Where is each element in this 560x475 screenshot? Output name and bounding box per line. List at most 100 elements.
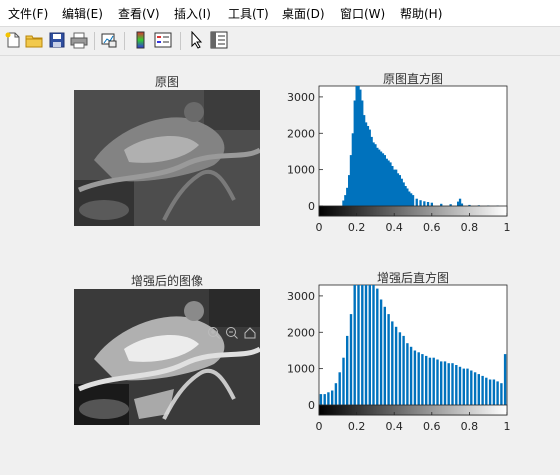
menu-insert[interactable]: 插入(I)	[174, 5, 211, 22]
toolbar-separator	[94, 32, 95, 50]
menu-edit[interactable]: 编辑(E)	[62, 5, 103, 22]
home-icon[interactable]	[243, 326, 257, 340]
hist2-xtick-label: 0.8	[461, 420, 479, 433]
hist1-bar	[411, 195, 415, 206]
hist2-bar	[466, 368, 469, 405]
menu-bar: 文件(F) 编辑(E) 查看(V) 插入(I) 工具(T) 桌面(D) 窗口(W…	[0, 0, 560, 26]
print-icon[interactable]	[70, 31, 88, 49]
hist1-ytick-label: 0	[308, 200, 315, 213]
hist2-bar	[376, 288, 379, 405]
hist2-bar	[485, 377, 488, 405]
hist2-bar	[455, 365, 458, 405]
hist2-bar	[470, 370, 473, 405]
hist2-ytick-label: 0	[308, 399, 315, 412]
hist1-bar	[419, 200, 422, 206]
hist2-bar	[342, 357, 345, 405]
insert-legend-icon[interactable]	[154, 31, 172, 49]
hist2-bar	[417, 352, 420, 405]
hist2-bar	[436, 359, 439, 405]
hist2-bar	[409, 346, 413, 405]
hist2-bar	[492, 379, 496, 405]
hist2-bar	[357, 285, 360, 405]
hist1-xtick-label: 0.8	[461, 221, 479, 234]
save-icon[interactable]	[48, 31, 66, 49]
figure-toolbar	[0, 26, 560, 56]
hist2-bar	[334, 383, 338, 405]
hist2-xtick-label: 0	[316, 420, 323, 433]
hist2-bar	[379, 299, 383, 405]
hist2-bar	[413, 350, 417, 405]
hist2-bar	[387, 314, 390, 405]
insert-colorbar-icon[interactable]	[132, 31, 150, 49]
hist2-bar	[372, 285, 375, 405]
hist1-grayscale-bar	[318, 205, 508, 217]
hist1-ytick-label: 3000	[287, 91, 315, 104]
hist2-bar	[477, 374, 480, 405]
hist2-bar	[394, 326, 398, 405]
hist2-bar	[481, 375, 484, 405]
link-plot-icon[interactable]	[100, 31, 118, 49]
menu-desktop[interactable]: 桌面(D)	[282, 5, 325, 22]
hist2-bar	[462, 368, 465, 405]
menu-tools[interactable]: 工具(T)	[228, 5, 269, 22]
hist1-bar	[423, 201, 426, 206]
hist2-bar	[391, 321, 394, 405]
menu-help[interactable]: 帮助(H)	[400, 5, 442, 22]
hist1-bar	[426, 202, 430, 206]
hist2-ytick-label: 3000	[287, 290, 315, 303]
hist1-xtick-label: 1	[504, 221, 511, 234]
hist2-bar	[368, 285, 371, 405]
hist2-bar	[440, 361, 443, 405]
hist2-bar	[447, 363, 450, 405]
hist2-bar	[428, 357, 432, 405]
original-image-title: 原图	[154, 75, 179, 89]
zoom-in-icon[interactable]	[207, 326, 221, 340]
hist2-bar	[364, 285, 368, 405]
hist2-bar	[346, 335, 349, 405]
hist2-xtick-label: 0.6	[423, 420, 441, 433]
menu-view[interactable]: 查看(V)	[118, 5, 160, 22]
hist2-bar	[361, 285, 364, 405]
menu-window[interactable]: 窗口(W)	[340, 5, 385, 22]
hist2-xtick-label: 0.4	[385, 420, 403, 433]
open-file-icon[interactable]	[25, 31, 43, 49]
hist2-bar	[451, 363, 454, 405]
hist1-ytick-label: 2000	[287, 127, 315, 140]
hist2-xtick-label: 0.2	[348, 420, 366, 433]
hist2-bar	[496, 381, 499, 405]
hist2-ytick-label: 2000	[287, 326, 315, 339]
hist2-grayscale-bar	[318, 404, 508, 416]
new-figure-icon[interactable]	[4, 31, 22, 49]
hist2-axes: 0 1000 2000 3000 0 0.2 0.4 0.6 0.8 1	[287, 284, 511, 433]
hist1-bar	[415, 198, 418, 206]
zoom-out-icon[interactable]	[225, 326, 239, 340]
hist2-bar	[323, 394, 326, 405]
hist2-bar	[398, 332, 402, 405]
property-inspector-icon[interactable]	[210, 31, 228, 49]
figure-canvas: 原图 增强后的图像 原图直方图 0 1000 2000 3000 0 0.2 0…	[0, 56, 560, 475]
toolbar-separator	[124, 32, 125, 50]
enhanced-image	[74, 289, 260, 425]
hist1-ytick-label: 1000	[287, 164, 315, 177]
hist2-xtick-label: 1	[504, 420, 511, 433]
hist2-bar	[402, 335, 405, 405]
enhanced-image-title: 增强后的图像	[130, 274, 203, 288]
hist1-xtick-label: 0.4	[385, 221, 403, 234]
hist2-bar	[319, 394, 323, 405]
hist2-bar	[349, 314, 353, 405]
hist2-bar	[406, 343, 409, 405]
edit-plot-icon[interactable]	[188, 31, 206, 49]
hist2-bar	[488, 379, 492, 405]
hist2-bar	[383, 306, 386, 405]
hist2-bar	[458, 366, 462, 405]
hist1-xtick-label: 0.6	[423, 221, 441, 234]
hist2-bar	[503, 354, 507, 405]
hist2-bar	[443, 361, 447, 405]
hist2-bar	[353, 285, 356, 405]
menu-file[interactable]: 文件(F)	[8, 5, 48, 22]
hist2-bar	[338, 372, 341, 405]
original-image	[74, 90, 260, 226]
hist2-ytick-label: 1000	[287, 363, 315, 376]
hist2-bar	[432, 357, 435, 405]
hist2-bar	[327, 392, 330, 405]
